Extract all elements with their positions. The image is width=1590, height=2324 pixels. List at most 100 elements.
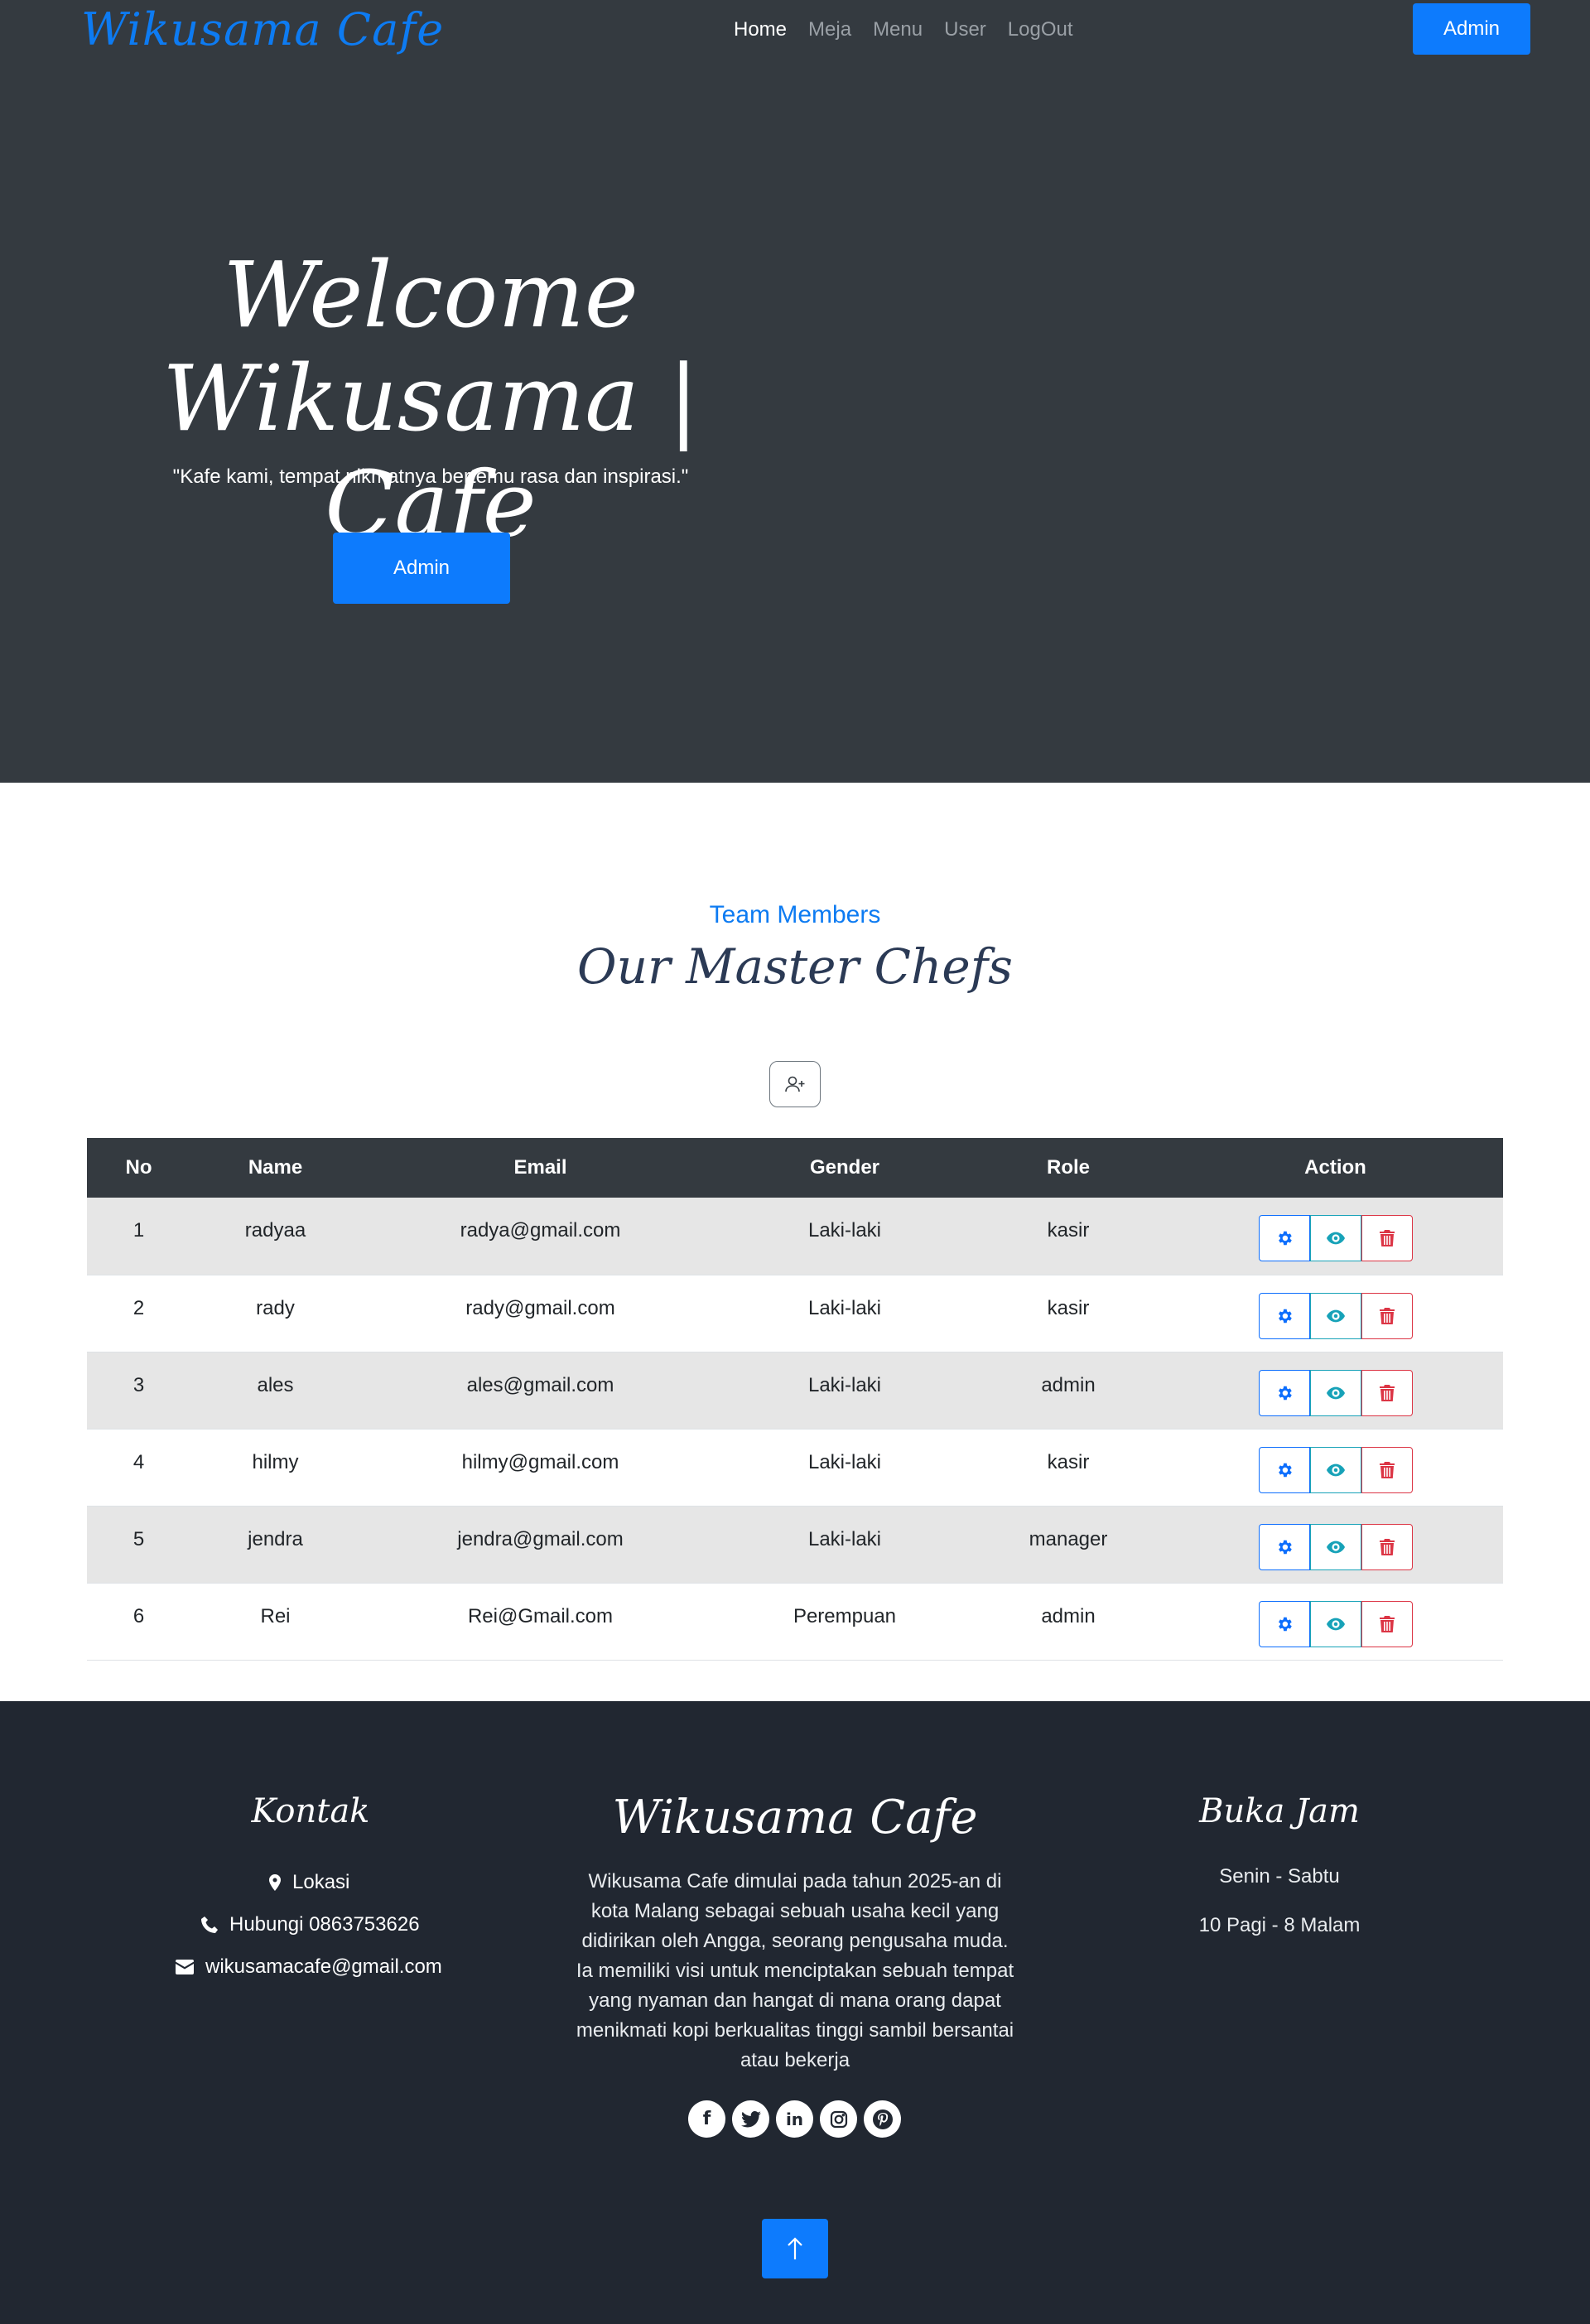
cell-no: 6 <box>87 1583 190 1661</box>
edit-button[interactable] <box>1258 1292 1310 1339</box>
cell-role: admin <box>969 1352 1168 1430</box>
col-gender: Gender <box>720 1138 969 1198</box>
twitter-icon[interactable] <box>732 2100 769 2138</box>
contact-title: Kontak <box>251 1792 370 1830</box>
instagram-icon[interactable] <box>820 2100 857 2138</box>
cell-gender: Laki-laki <box>720 1198 969 1275</box>
col-role: Role <box>969 1138 1168 1198</box>
gear-icon <box>1278 1309 1292 1323</box>
cell-no: 2 <box>87 1275 190 1352</box>
open-days: Senin - Sabtu <box>1219 1865 1340 1888</box>
phone-label: Hubungi 0863753626 <box>229 1913 420 1936</box>
view-button[interactable] <box>1309 1292 1361 1339</box>
description-line: atau bekerja <box>740 2049 850 2071</box>
cell-gender: Laki-laki <box>720 1429 969 1507</box>
linkedin-icon[interactable]: in <box>776 2100 813 2138</box>
cell-role: kasir <box>969 1198 1168 1275</box>
eye-icon <box>1326 1618 1345 1630</box>
back-to-top-button[interactable] <box>762 2219 828 2278</box>
table-row: 4 hilmy hilmy@gmail.com Laki-laki kasir <box>87 1429 1503 1507</box>
camera-icon <box>830 2110 847 2128</box>
col-name: Name <box>190 1138 360 1198</box>
hours-title: Buka Jam <box>1199 1792 1360 1830</box>
eye-icon <box>1326 1540 1345 1553</box>
contact-location[interactable]: Lokasi <box>269 1871 349 1894</box>
delete-button[interactable] <box>1361 1369 1413 1416</box>
eye-icon <box>1326 1386 1345 1399</box>
view-button[interactable] <box>1309 1369 1361 1416</box>
admin-nav-button[interactable]: Admin <box>1413 3 1530 55</box>
view-button[interactable] <box>1309 1600 1361 1647</box>
delete-button[interactable] <box>1361 1600 1413 1647</box>
nav-logout[interactable]: LogOut <box>1008 18 1073 41</box>
facebook-icon[interactable]: f <box>688 2100 725 2138</box>
cell-email: radya@gmail.com <box>360 1198 720 1275</box>
trash-icon <box>1379 1230 1395 1246</box>
cell-name: hilmy <box>190 1429 360 1507</box>
cell-no: 3 <box>87 1352 190 1430</box>
nav-links: Home Meja Menu User LogOut <box>734 0 1073 60</box>
table-header-row: No Name Email Gender Role Action <box>87 1138 1503 1198</box>
add-user-button[interactable] <box>769 1061 821 1107</box>
pinterest-icon[interactable] <box>864 2100 901 2138</box>
cell-no: 4 <box>87 1429 190 1507</box>
edit-button[interactable] <box>1258 1215 1310 1261</box>
view-button[interactable] <box>1309 1446 1361 1493</box>
twitter-bird-icon <box>740 2110 761 2127</box>
cell-gender: Laki-laki <box>720 1506 969 1584</box>
contact-phone[interactable]: Hubungi 0863753626 <box>201 1913 420 1936</box>
gear-icon <box>1278 1463 1292 1477</box>
edit-button[interactable] <box>1258 1369 1310 1416</box>
cell-gender: Laki-laki <box>720 1275 969 1352</box>
footer-description: Wikusama Cafe dimulai pada tahun 2025-an… <box>571 1867 1019 2076</box>
view-button[interactable] <box>1309 1215 1361 1261</box>
contact-email[interactable]: wikusamacafe@gmail.com <box>176 1955 442 1979</box>
hero-section: Welcome Wikusama | Cafe "Kafe kami, temp… <box>0 60 1590 783</box>
view-button[interactable] <box>1309 1523 1361 1570</box>
delete-button[interactable] <box>1361 1446 1413 1493</box>
edit-button[interactable] <box>1258 1523 1310 1570</box>
edit-button[interactable] <box>1258 1446 1310 1493</box>
cell-role: kasir <box>969 1429 1168 1507</box>
eye-icon <box>1326 1463 1345 1476</box>
hero-title-line2: Wikusama | Cafe <box>162 345 699 557</box>
location-label: Lokasi <box>292 1871 350 1893</box>
cell-no: 1 <box>87 1198 190 1275</box>
brand-logo[interactable]: Wikusama Cafe <box>81 0 444 60</box>
cell-email: jendra@gmail.com <box>360 1506 720 1584</box>
envelope-icon <box>176 1960 194 1974</box>
pin-p-icon <box>872 2109 893 2129</box>
nav-home[interactable]: Home <box>734 18 787 41</box>
delete-button[interactable] <box>1361 1292 1413 1339</box>
open-hours: 10 Pagi - 8 Malam <box>1198 1914 1361 1936</box>
hero-quote: "Kafe kami, tempat nikmatnya bertemu ras… <box>172 465 689 488</box>
edit-button[interactable] <box>1258 1600 1310 1647</box>
description-line: didirikan oleh Angga, seorang pengusaha … <box>581 1930 1009 1952</box>
cell-role: kasir <box>969 1275 1168 1352</box>
delete-button[interactable] <box>1361 1523 1413 1570</box>
cell-role: manager <box>969 1506 1168 1584</box>
footer-brand-title: Wikusama Cafe <box>612 1791 978 1844</box>
col-email: Email <box>360 1138 720 1198</box>
gear-icon <box>1278 1617 1292 1631</box>
cell-name: Rei <box>190 1583 360 1661</box>
delete-button[interactable] <box>1361 1215 1413 1261</box>
trash-icon <box>1379 1384 1395 1401</box>
cell-actions <box>1168 1429 1503 1507</box>
cell-email: ales@gmail.com <box>360 1352 720 1430</box>
trash-icon <box>1379 1461 1395 1478</box>
map-pin-icon <box>269 1874 281 1891</box>
cell-email: hilmy@gmail.com <box>360 1429 720 1507</box>
section-title: Our Master Chefs <box>577 938 1013 995</box>
cell-name: radyaa <box>190 1198 360 1275</box>
nav-menu[interactable]: Menu <box>873 18 923 41</box>
description-line: kota Malang sebagai sebuah usaha kecil y… <box>590 1900 1000 1922</box>
cell-name: jendra <box>190 1506 360 1584</box>
table-row: 3 ales ales@gmail.com Laki-laki admin <box>87 1352 1503 1430</box>
hero-admin-button[interactable]: Admin <box>333 533 510 604</box>
description-line: menikmati kopi berkualitas tinggi sambil… <box>576 2019 1014 2042</box>
cell-gender: Perempuan <box>720 1583 969 1661</box>
table-row: 5 jendra jendra@gmail.com Laki-laki mana… <box>87 1506 1503 1584</box>
nav-user[interactable]: User <box>944 18 986 41</box>
nav-meja[interactable]: Meja <box>808 18 851 41</box>
